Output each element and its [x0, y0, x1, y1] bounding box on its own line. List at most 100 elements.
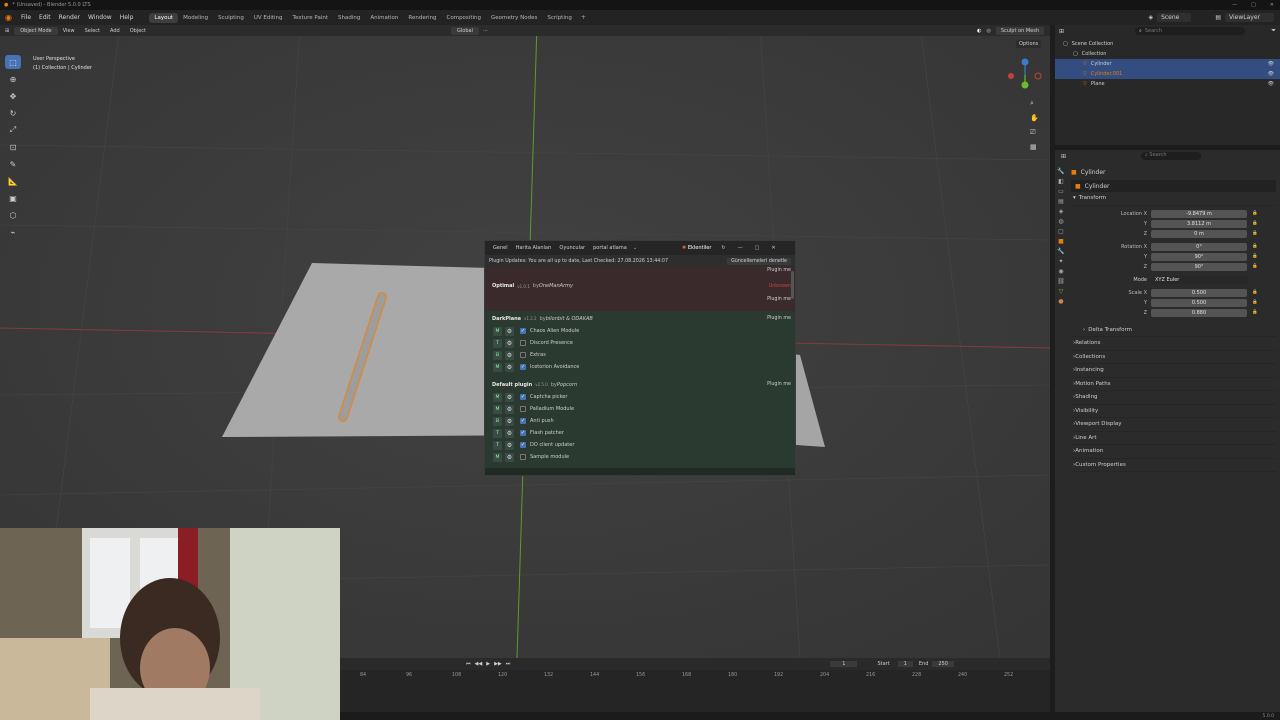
module-checkbox[interactable]: ✓	[520, 364, 526, 370]
plugin-menu-button[interactable]: Plugin me	[767, 297, 791, 302]
overlay-icon[interactable]: ◎	[986, 28, 990, 34]
start-frame-field[interactable]: 1	[897, 661, 913, 667]
ortho-grid-icon[interactable]: ▦	[1030, 143, 1039, 151]
plugins-tab-active[interactable]: ✱ Eklentiler	[682, 245, 711, 251]
pan-hand-icon[interactable]: ✋	[1030, 114, 1039, 122]
rotate-tool[interactable]: ↻	[5, 106, 21, 120]
object-name-field[interactable]: Cylinder	[1085, 183, 1110, 190]
properties-type-icon[interactable]: ⊞	[1061, 153, 1066, 160]
tab-texture-paint[interactable]: Texture Paint	[288, 13, 334, 23]
module-settings-icon[interactable]: ⚙	[505, 338, 514, 348]
outliner-row[interactable]: ▽ Cylinder 👁	[1055, 59, 1280, 69]
module-row[interactable]: T ⚙ ✓ Flash patcher	[485, 427, 795, 439]
tab-shading[interactable]: Shading	[333, 13, 365, 23]
collection-tab-icon[interactable]: ▢	[1058, 228, 1064, 235]
lock-icon[interactable]: 🔒	[1252, 211, 1258, 216]
jump-start-icon[interactable]: ⏮	[466, 661, 471, 667]
editor-type-icon[interactable]: ⊞	[0, 28, 14, 34]
dialog-tab-0[interactable]: Genel	[489, 245, 512, 251]
tab-sculpting[interactable]: Sculpting	[213, 13, 249, 23]
module-checkbox[interactable]: ✓	[520, 394, 526, 400]
viewport-menu-object[interactable]: Object	[125, 27, 151, 35]
constraints-tab-icon[interactable]: ⛓	[1057, 278, 1065, 285]
scene-icon[interactable]: ◈	[1148, 14, 1153, 21]
module-checkbox[interactable]: ✓	[520, 328, 526, 334]
module-row[interactable]: M ⚙ Sample module	[485, 451, 795, 463]
module-settings-icon[interactable]: ⚙	[505, 416, 514, 426]
dialog-maximize-icon[interactable]: □	[755, 245, 760, 251]
camera-view-icon[interactable]: ⎚	[1030, 128, 1039, 137]
dialog-tab-1[interactable]: Harita Alanları	[512, 245, 556, 251]
module-settings-icon[interactable]: ⚙	[505, 428, 514, 438]
scale-y-field[interactable]: 0.500	[1151, 298, 1247, 307]
section-shading[interactable]: › Shading	[1071, 391, 1276, 405]
jump-end-icon[interactable]: ⏭	[506, 661, 511, 667]
scene-tab-icon[interactable]: ◈	[1059, 208, 1064, 215]
add-cube-tool[interactable]: ▣	[5, 191, 21, 205]
blender-menu-icon[interactable]: ◉	[0, 13, 17, 22]
dialog-tab-2[interactable]: Oyuncular	[555, 245, 589, 251]
section-relations[interactable]: › Relations	[1071, 337, 1276, 351]
location-z-field[interactable]: 0 m	[1151, 229, 1247, 238]
add-workspace-icon[interactable]: +	[577, 14, 590, 21]
properties-search-input[interactable]: ⌕ Search	[1141, 152, 1202, 160]
snap-icon[interactable]: ⋯	[479, 28, 492, 34]
transform-orientation-dropdown[interactable]: Global	[451, 26, 479, 35]
current-frame-field[interactable]: 1	[830, 661, 858, 667]
dialog-scrollbar[interactable]	[791, 271, 794, 299]
shading-solid-icon[interactable]: ◐	[977, 28, 981, 34]
end-frame-field[interactable]: 250	[932, 661, 954, 667]
options-dropdown[interactable]: Options	[1016, 40, 1042, 48]
section-custom-properties[interactable]: › Custom Properties	[1071, 459, 1276, 472]
material-tab-icon[interactable]: ●	[1058, 298, 1063, 305]
output-tab-icon[interactable]: ▭	[1058, 188, 1064, 195]
visibility-eye-icon[interactable]: 👁	[1268, 81, 1274, 87]
extra-tool-icon[interactable]: ⌁	[5, 225, 21, 239]
lock-icon[interactable]: 🔒	[1252, 221, 1258, 226]
check-updates-button[interactable]: Güncellemeleri denetle	[727, 257, 791, 265]
module-settings-icon[interactable]: ⚙	[505, 404, 514, 414]
section-visibility[interactable]: › Visibility	[1071, 405, 1276, 418]
dialog-minimize-icon[interactable]: —	[738, 245, 743, 251]
scale-z-field[interactable]: 0.880	[1151, 308, 1247, 317]
rotation-x-field[interactable]: 0°	[1151, 242, 1247, 251]
menu-window[interactable]: Window	[84, 14, 116, 21]
refresh-icon[interactable]: ↻	[721, 245, 725, 251]
lock-icon[interactable]: 🔒	[1252, 310, 1258, 315]
sculpt-on-mesh-button[interactable]: Sculpt on Mesh	[995, 26, 1044, 35]
scene-name[interactable]: Scene	[1157, 13, 1192, 22]
play-icon[interactable]: ▶	[486, 661, 490, 667]
menu-edit[interactable]: Edit	[35, 14, 55, 21]
dialog-tab-3[interactable]: portal atlama	[589, 245, 631, 251]
menu-file[interactable]: File	[17, 14, 35, 21]
module-settings-icon[interactable]: ⚙	[505, 326, 514, 336]
lock-icon[interactable]: 🔒	[1252, 300, 1258, 305]
timeline-ruler[interactable]: 84 96 108 120 132 144 156 168 180 192 204 216 228 240…	[340, 670, 1050, 680]
module-checkbox[interactable]	[520, 406, 526, 412]
tab-uv-editing[interactable]: UV Editing	[249, 13, 288, 23]
outliner-row[interactable]: ▽ Plane 👁	[1055, 79, 1280, 89]
tab-geometry-nodes[interactable]: Geometry Nodes	[486, 13, 542, 23]
lock-icon[interactable]: 🔒	[1252, 231, 1258, 236]
prev-keyframe-icon[interactable]: ◀◀	[475, 661, 483, 667]
minimize-icon[interactable]: —	[1232, 2, 1237, 8]
module-row[interactable]: M ⚙ ✓ Chaos Alien Module	[485, 325, 795, 337]
module-settings-icon[interactable]: ⚙	[505, 350, 514, 360]
outliner-row[interactable]: ▢ Collection	[1055, 49, 1280, 59]
delta-transform-header[interactable]: › Delta Transform	[1071, 324, 1276, 337]
tab-rendering[interactable]: Rendering	[403, 13, 441, 23]
location-x-field[interactable]: -9.8479 m	[1151, 209, 1247, 218]
select-box-tool[interactable]: ⬚	[5, 55, 21, 69]
visibility-eye-icon[interactable]: 👁	[1268, 71, 1274, 77]
rotation-y-field[interactable]: 90°	[1151, 252, 1247, 261]
module-checkbox[interactable]: ✓	[520, 430, 526, 436]
outliner-search-input[interactable]: Search	[1145, 28, 1162, 34]
module-row[interactable]: T ⚙ ✓ DO client updater	[485, 439, 795, 451]
annotate-tool[interactable]: ✎	[5, 157, 21, 171]
module-settings-icon[interactable]: ⚙	[505, 440, 514, 450]
section-viewport-display[interactable]: › Viewport Display	[1071, 418, 1276, 432]
object-mode-dropdown[interactable]: Object Mode	[14, 26, 58, 35]
zoom-icon[interactable]: ⌕	[1030, 99, 1039, 108]
world-tab-icon[interactable]: ◍	[1058, 218, 1063, 225]
module-checkbox[interactable]	[520, 454, 526, 460]
